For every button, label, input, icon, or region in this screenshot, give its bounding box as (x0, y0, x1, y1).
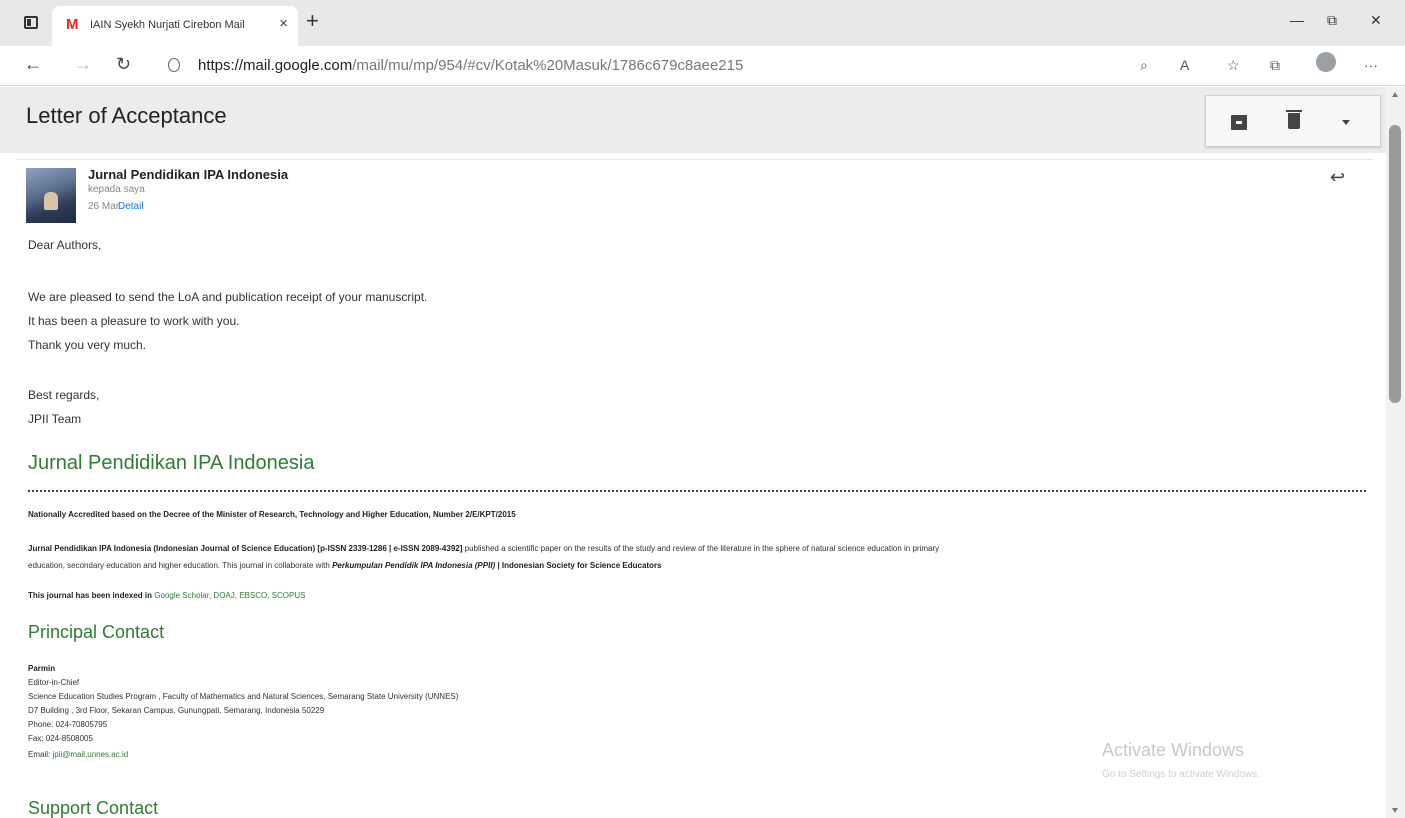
desc-issn: [p-ISSN 2339-1286 | e-ISSN 2089-4392] (317, 544, 463, 553)
favorites-icon[interactable]: ☆ (1227, 58, 1240, 72)
principal-name: Parmin (28, 664, 55, 673)
principal-phone: Phone: 024-70805795 (28, 720, 108, 729)
indexed-prefix: This journal has been indexed in (28, 591, 153, 600)
journal-description: Jurnal Pendidikan IPA Indonesia (Indones… (28, 544, 939, 553)
activation-watermark-subtitle: Go to Settings to activate Windows. (1102, 769, 1260, 780)
read-aloud-icon[interactable]: A (1180, 58, 1189, 72)
refresh-icon[interactable]: ↻ (116, 55, 131, 73)
action-toolbar (1205, 95, 1381, 147)
url-text: https://mail.google.com/mail/mu/mp/954/#… (198, 57, 743, 74)
activation-watermark-title: Activate Windows (1102, 740, 1245, 760)
email-subject: Letter of Acceptance (26, 103, 227, 128)
closing: Best regards, (28, 388, 100, 402)
desc-line2-c: | Indonesian Society for Science Educato… (497, 561, 662, 570)
sidebar-icon[interactable] (24, 16, 38, 29)
accreditation-bold: Nationally Accredited based on the Decre… (28, 510, 516, 519)
trash-icon[interactable] (1286, 110, 1302, 129)
signature: JPII Team (28, 412, 82, 426)
tab-title: IAIN Syekh Nurjati Cirebon Mail (90, 19, 245, 31)
email-prefix: Email: (28, 750, 51, 759)
scroll-down-icon[interactable] (1392, 808, 1398, 813)
url-path: /mail/mu/mp/954/#cv/Kotak%20Masuk/1786c6… (352, 57, 744, 74)
url-host: https://mail.google.com (198, 57, 353, 74)
recipient-label: kepada saya (88, 184, 145, 195)
principal-name-text: Parmin (28, 664, 56, 673)
search-icon[interactable]: ⌕ (1140, 58, 1148, 72)
support-contact-heading: Support Contact (28, 798, 159, 818)
principal-affiliation: Science Education Studies Program , Facu… (28, 692, 459, 701)
journal-description-2: education, secondary education and highe… (28, 561, 662, 570)
forward-icon: → (74, 54, 92, 74)
desc-line2-a: education, secondary education and highe… (28, 561, 330, 570)
sender-name: Jurnal Pendidikan IPA Indonesia (88, 167, 289, 182)
sender-avatar (26, 168, 76, 223)
lock-icon[interactable] (168, 58, 180, 72)
gmail-page: Letter of Acceptance Jurnal Pendidikan I… (0, 87, 1386, 818)
indexed-links[interactable]: Google Scholar, DOAJ, EBSCO, SCOPUS (154, 591, 305, 600)
journal-title: Jurnal Pendidikan IPA Indonesia (28, 452, 315, 474)
body-line: It has been a pleasure to work with you. (28, 314, 240, 328)
desc-bold: Jurnal Pendidikan IPA Indonesia (Indones… (28, 544, 316, 553)
detail-link[interactable]: Detail (118, 201, 144, 212)
url-field[interactable]: https://mail.google.com/mail/mu/mp/954/#… (158, 52, 1174, 80)
browser-tab-bar: M IAIN Syekh Nurjati Cirebon Mail × + — … (0, 0, 1405, 46)
body-line: Thank you very much. (28, 338, 147, 352)
back-icon[interactable]: ← (24, 55, 42, 73)
accreditation-text: Nationally Accredited based on the Decre… (28, 510, 516, 519)
minimize-icon[interactable]: — (1290, 12, 1304, 28)
principal-address: D7 Building , 3rd Floor, Sekaran Campus,… (28, 706, 325, 715)
gmail-favicon: M (66, 16, 79, 33)
browser-tab[interactable]: M IAIN Syekh Nurjati Cirebon Mail × (52, 6, 298, 46)
divider (28, 490, 1366, 492)
close-icon[interactable]: × (279, 16, 288, 31)
close-window-icon[interactable]: ✕ (1370, 12, 1382, 29)
principal-role: Editor-in-Chief (28, 678, 80, 687)
archive-icon[interactable] (1231, 115, 1247, 130)
more-icon[interactable]: ··· (1364, 58, 1378, 72)
email-date: 26 Mar (88, 201, 120, 212)
scrollbar[interactable] (1386, 87, 1405, 818)
profile-icon[interactable] (1316, 52, 1336, 72)
principal-contact-heading: Principal Contact (28, 622, 165, 642)
address-bar: ← → ↻ https://mail.google.com/mail/mu/mp… (0, 46, 1405, 86)
message-header: Letter of Acceptance (0, 87, 1386, 153)
reply-icon[interactable]: ↩ (1330, 168, 1345, 186)
more-actions-icon[interactable] (1342, 120, 1350, 125)
principal-fax: Fax: 024-8508005 (28, 734, 93, 743)
desc-line2-b: Perkumpulan Pendidik IPA Indonesia (PPII… (332, 561, 496, 570)
maximize-icon[interactable]: ⧉ (1327, 12, 1337, 29)
message-card: Jurnal Pendidikan IPA Indonesia kepada s… (16, 159, 1373, 818)
indexed-text: This journal has been indexed in Google … (28, 591, 305, 600)
scroll-thumb[interactable] (1389, 125, 1401, 403)
greeting: Dear Authors, (28, 238, 102, 252)
body-line: We are pleased to send the LoA and publi… (28, 290, 428, 304)
scroll-up-icon[interactable] (1392, 92, 1398, 97)
new-tab-icon[interactable]: + (306, 10, 319, 32)
principal-email: Email: jpii@mail.unnes.ac.id (28, 750, 128, 759)
email-link[interactable]: jpii@mail.unnes.ac.id (52, 750, 128, 759)
desc-rest: published a scientific paper on the resu… (464, 544, 940, 553)
collections-icon[interactable]: ⧉ (1270, 58, 1280, 72)
